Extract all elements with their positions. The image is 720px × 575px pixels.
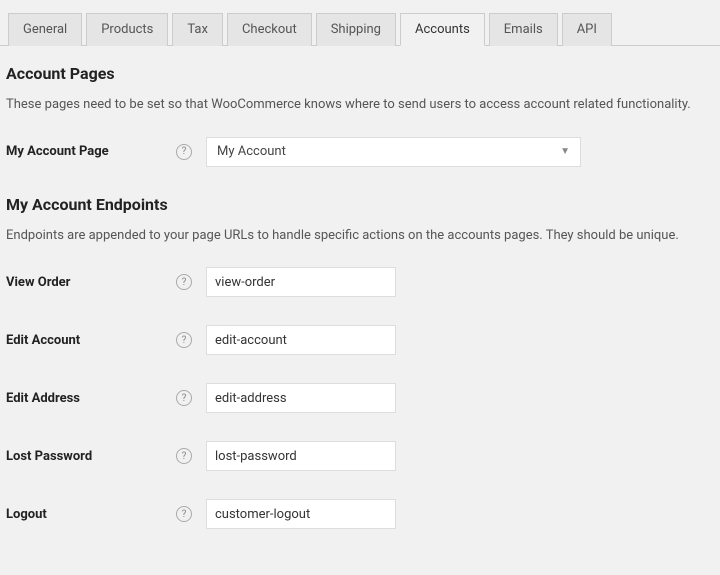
tab-tax[interactable]: Tax bbox=[172, 13, 223, 46]
input-edit-account[interactable] bbox=[206, 325, 396, 355]
input-view-order[interactable] bbox=[206, 267, 396, 297]
label-text: Edit Address bbox=[6, 391, 80, 406]
help-icon[interactable]: ? bbox=[176, 390, 192, 406]
label-text: Logout bbox=[6, 507, 47, 522]
label-text: Lost Password bbox=[6, 449, 92, 464]
section-description-account-pages: These pages need to be set so that WooCo… bbox=[6, 95, 714, 115]
row-lost-password: Lost Password ? bbox=[6, 441, 714, 471]
tab-checkout[interactable]: Checkout bbox=[227, 13, 312, 46]
help-icon[interactable]: ? bbox=[176, 274, 192, 290]
input-lost-password[interactable] bbox=[206, 441, 396, 471]
tab-shipping[interactable]: Shipping bbox=[316, 13, 396, 46]
settings-content: Account Pages These pages need to be set… bbox=[0, 46, 720, 563]
label-my-account-page: My Account Page ? bbox=[6, 144, 206, 160]
help-icon[interactable]: ? bbox=[176, 506, 192, 522]
row-edit-address: Edit Address ? bbox=[6, 383, 714, 413]
input-logout[interactable] bbox=[206, 499, 396, 529]
help-icon[interactable]: ? bbox=[176, 144, 192, 160]
chevron-down-icon: ▼ bbox=[560, 146, 570, 157]
label-view-order: View Order ? bbox=[6, 274, 206, 290]
select-value: My Account bbox=[217, 144, 286, 159]
label-lost-password: Lost Password ? bbox=[6, 448, 206, 464]
tab-api[interactable]: API bbox=[562, 13, 612, 46]
row-logout: Logout ? bbox=[6, 499, 714, 529]
label-edit-account: Edit Account ? bbox=[6, 332, 206, 348]
label-text: Edit Account bbox=[6, 333, 80, 348]
select-my-account-page[interactable]: My Account ▼ bbox=[206, 137, 581, 167]
label-text: View Order bbox=[6, 275, 70, 290]
section-description-endpoints: Endpoints are appended to your page URLs… bbox=[6, 226, 714, 246]
tab-general[interactable]: General bbox=[8, 13, 82, 46]
section-heading-account-pages: Account Pages bbox=[6, 64, 714, 83]
row-my-account-page: My Account Page ? My Account ▼ bbox=[6, 137, 714, 167]
input-edit-address[interactable] bbox=[206, 383, 396, 413]
help-icon[interactable]: ? bbox=[176, 332, 192, 348]
tab-accounts[interactable]: Accounts bbox=[400, 13, 485, 46]
row-edit-account: Edit Account ? bbox=[6, 325, 714, 355]
tab-products[interactable]: Products bbox=[86, 13, 168, 46]
tab-emails[interactable]: Emails bbox=[489, 13, 558, 46]
label-logout: Logout ? bbox=[6, 506, 206, 522]
label-text: My Account Page bbox=[6, 144, 109, 159]
row-view-order: View Order ? bbox=[6, 267, 714, 297]
section-heading-endpoints: My Account Endpoints bbox=[6, 195, 714, 214]
label-edit-address: Edit Address ? bbox=[6, 390, 206, 406]
help-icon[interactable]: ? bbox=[176, 448, 192, 464]
settings-tabs: General Products Tax Checkout Shipping A… bbox=[0, 0, 720, 46]
